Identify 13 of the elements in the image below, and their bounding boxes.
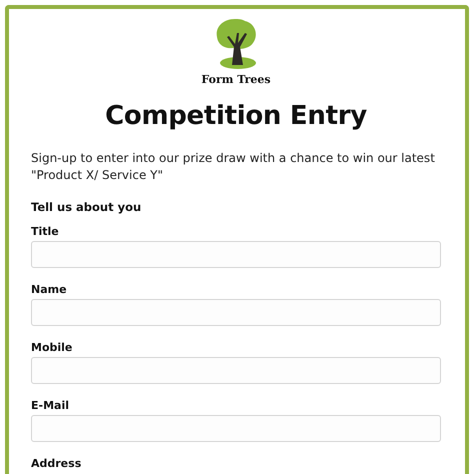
field-label: Address <box>31 457 82 471</box>
input-field[interactable] <box>31 241 441 268</box>
intro-text: Sign-up to enter into our prize draw with a chance to win our latest "Product X/ Service Y" <box>31 150 436 184</box>
field-label: Title <box>31 225 60 239</box>
section-heading: Tell us about you <box>31 200 142 214</box>
field-label: E-Mail <box>31 399 70 413</box>
field-label: Mobile <box>31 341 74 355</box>
page-title: Competition Entry <box>104 100 368 132</box>
field-label: Name <box>31 283 68 297</box>
input-field[interactable] <box>31 357 441 384</box>
input-field[interactable] <box>31 299 441 326</box>
input-field[interactable] <box>31 415 441 442</box>
logo-text: Form Trees <box>201 73 271 86</box>
